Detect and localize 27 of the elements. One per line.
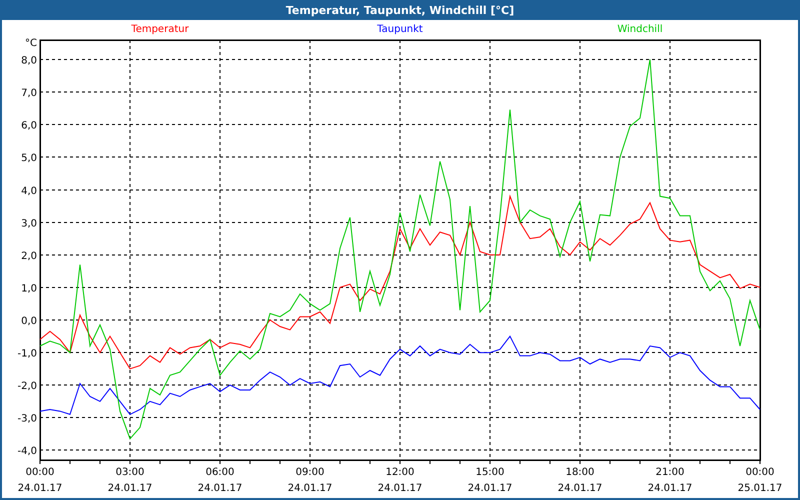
x-axis-label: 18:00 24.01.17 — [558, 467, 602, 494]
y-axis-label: 5,0 — [21, 153, 37, 164]
y-axis-label: 2,0 — [21, 250, 37, 262]
y-axis-label: -4,0 — [17, 446, 37, 458]
legend-label: Windchill — [617, 24, 663, 35]
y-axis-label: -2,0 — [17, 381, 37, 392]
x-axis-label: 21:00 24.01.17 — [648, 467, 692, 494]
window-title: Temperatur, Taupunkt, Windchill [°C] — [286, 4, 514, 16]
legend-label: Temperatur — [131, 24, 189, 35]
y-axis-label: 6,0 — [21, 120, 37, 132]
y-axis-unit: °C — [25, 38, 37, 49]
y-axis-label: 3,0 — [21, 218, 37, 230]
y-axis-label: 8,0 — [21, 56, 37, 67]
x-axis-label: 00:00 25.01.17 — [738, 467, 782, 494]
y-axis-label: 7,0 — [21, 88, 37, 100]
y-axis-label: 4,0 — [21, 186, 37, 197]
legend-label: Taupunkt — [377, 24, 423, 35]
y-axis-label: -3,0 — [17, 414, 37, 425]
x-axis-label: 03:00 24.01.17 — [108, 467, 152, 494]
y-axis-label: -1,0 — [17, 348, 37, 360]
x-axis-label: 15:00 24.01.17 — [468, 467, 512, 494]
x-axis-label: 06:00 24.01.17 — [198, 467, 242, 494]
y-axis-label: 1,0 — [21, 283, 37, 294]
x-axis-label: 12:00 24.01.17 — [378, 467, 422, 494]
x-axis-label: 09:00 24.01.17 — [288, 467, 332, 494]
y-axis-label: 0,0 — [21, 316, 37, 327]
x-axis-label: 00:00 24.01.17 — [18, 467, 62, 494]
